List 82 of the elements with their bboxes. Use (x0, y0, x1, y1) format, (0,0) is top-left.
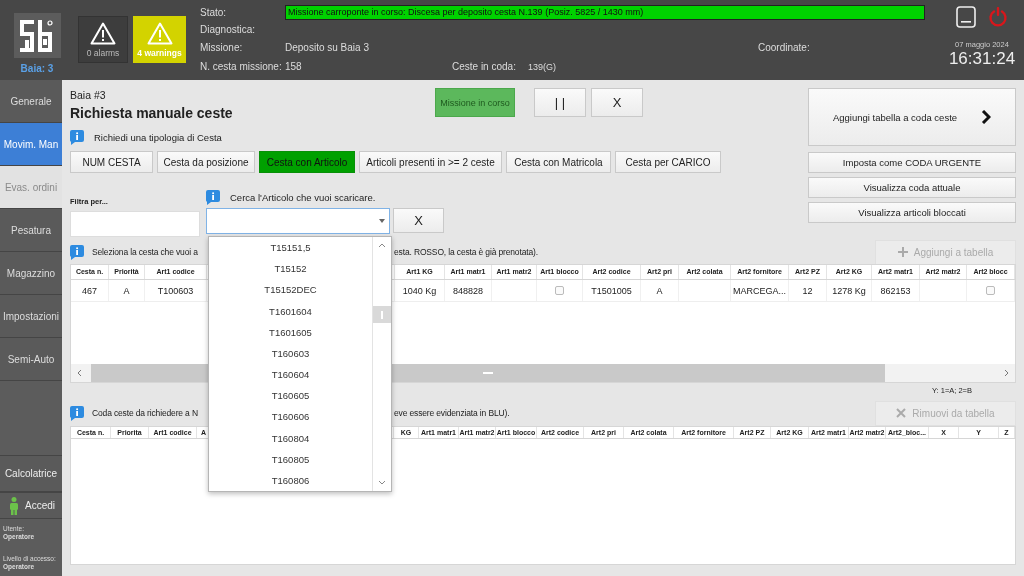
action-button[interactable]: Visualizza articoli bloccati (808, 202, 1016, 223)
basket-value: 158 (285, 61, 303, 72)
type-tab[interactable]: Cesta da posizione (157, 151, 255, 173)
hint-text: Coda ceste da richiedere a N (92, 408, 198, 418)
checkbox[interactable] (555, 286, 564, 295)
coordinates-label: Coordinate: (758, 42, 811, 53)
dropdown-option[interactable]: T160604 (209, 364, 372, 386)
window-icon[interactable] (956, 6, 976, 28)
chevron-icon (981, 110, 992, 124)
table-cell: A (109, 280, 145, 301)
power-icon[interactable] (988, 6, 1008, 28)
basket-label: N. cesta missione: (200, 61, 283, 72)
nav-item[interactable]: Movim. Man (0, 123, 62, 166)
mission-button[interactable]: X (591, 88, 643, 117)
clock: 16:31:24 (948, 49, 1016, 69)
info-icon (70, 130, 84, 145)
warning-icon (146, 21, 173, 45)
table-cell: T1501005 (583, 280, 641, 301)
indicator-label: 4 warnings (137, 47, 182, 58)
queue-value: 139(G) (528, 61, 557, 72)
dropdown-option[interactable]: T160806 (209, 469, 372, 492)
dropdown-option[interactable]: T15151,5 (209, 237, 372, 259)
table-cell: T100603 (145, 280, 207, 301)
table-cell: 1278 Kg (827, 280, 872, 301)
vertical-scrollbar[interactable] (372, 237, 391, 491)
scroll-down-icon[interactable] (379, 481, 385, 485)
table-cell: A (641, 280, 679, 301)
dropdown-option[interactable]: T1601604 (209, 300, 372, 322)
table-cell: MARCEGA... (731, 280, 789, 301)
queue-label: Ceste in coda: (452, 61, 517, 72)
status-bar: Missione carroponte in corso: Discesa per deposito cesta N.139 (Posiz. 5825 / 1430 mm) (285, 5, 925, 20)
status-label: Stato: (200, 7, 228, 18)
hint-text: esta. ROSSO, la cesta è già prenotata). (394, 247, 538, 257)
dropdown-option[interactable]: T160603 (209, 342, 372, 365)
table-cell: 862153 (872, 280, 920, 301)
table-cell: 1040 Kg (395, 280, 445, 301)
login-button[interactable]: Accedi (0, 492, 62, 519)
info-icon (70, 405, 84, 421)
indicator-panel[interactable]: 0 alarms (78, 16, 128, 63)
table-cell: 848828 (445, 280, 492, 301)
table-cell: 12 (789, 280, 827, 301)
mission-label: Missione: (200, 42, 244, 53)
clear-button[interactable]: X (393, 208, 444, 233)
hint-text: eve essere evidenziata in BLU). (394, 408, 510, 418)
mission-value: Deposito su Baia 3 (285, 42, 370, 53)
hint-text: Richiedi una tipologia di Cesta (94, 132, 222, 143)
dropdown-option[interactable]: T15152 (209, 258, 372, 280)
add-to-queue-button[interactable]: Aggiungi tabella a coda ceste (808, 88, 1016, 146)
action-button[interactable]: Visualizza coda attuale (808, 177, 1016, 198)
table-cell: 467 (71, 280, 109, 301)
hint-text: Cerca l'Articolo che vuoi scaricare. (230, 192, 376, 203)
article-combobox[interactable] (206, 208, 390, 234)
dropdown-option[interactable]: T15152DEC (209, 279, 372, 301)
location-label: Baia: 3 (20, 63, 54, 74)
type-tab[interactable]: Cesta con Articolo (259, 151, 355, 173)
action-button[interactable]: Imposta come CODA URGENTE (808, 152, 1016, 173)
type-tab[interactable]: Cesta per CARICO (615, 151, 721, 173)
checkbox[interactable] (986, 286, 995, 295)
person-icon (9, 496, 19, 515)
subtitle: Baia #3 (70, 89, 107, 101)
cross-icon (896, 408, 907, 418)
type-tab[interactable]: Articoli presenti in >= 2 ceste (359, 151, 502, 173)
filter-field[interactable] (70, 211, 200, 237)
diagnostics-label: Diagnostica: (200, 24, 257, 35)
hint-text: Seleziona la cesta che vuoi a (92, 247, 198, 257)
type-tab[interactable]: Cesta con Matricola (506, 151, 611, 173)
type-tab[interactable]: NUM CESTA (70, 151, 153, 173)
logo-icon (19, 17, 55, 54)
info-icon (206, 190, 220, 205)
mission-button[interactable]: | | (534, 88, 586, 117)
scroll-up-icon[interactable] (379, 243, 385, 247)
caret-icon (379, 219, 385, 223)
dropdown-option[interactable]: T160805 (209, 448, 372, 470)
page-title: Richiesta manuale ceste (70, 105, 234, 121)
warning-icon (90, 21, 116, 45)
dropdown-option[interactable]: T160605 (209, 385, 372, 407)
info-icon (70, 244, 84, 260)
calculator-button[interactable]: Calcolatrice (0, 455, 62, 492)
plus-icon (897, 247, 908, 257)
indicator-label: 0 alarms (86, 47, 120, 58)
dropdown-option[interactable]: T1601605 (209, 321, 372, 343)
dropdown-option[interactable]: T160606 (209, 406, 372, 428)
